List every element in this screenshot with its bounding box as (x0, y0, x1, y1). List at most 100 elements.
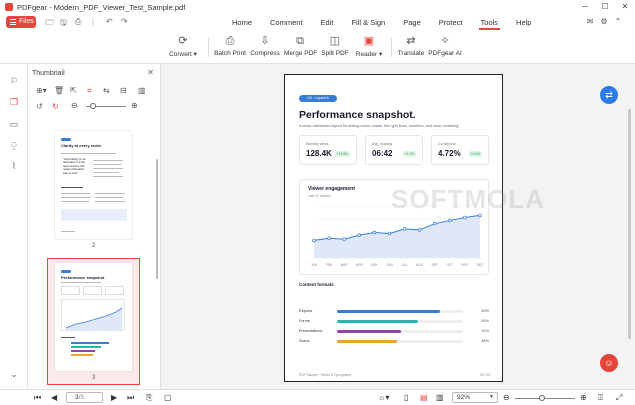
chevron-down-icon: ▾ (378, 51, 383, 58)
crop-page-icon[interactable]: ⌗ (87, 86, 92, 96)
close-icon[interactable]: ✕ (615, 0, 635, 14)
minimize-icon[interactable]: ─ (575, 0, 595, 14)
delete-page-icon[interactable]: 🗑 (54, 86, 64, 95)
zoom-out-icon[interactable]: ⊖ (503, 392, 510, 403)
fullscreen-icon[interactable]: ⤢ (616, 392, 622, 403)
chart-point (342, 237, 346, 242)
thumbnail-page-number: 2 (92, 243, 96, 249)
chat-icon[interactable]: ✉ (583, 17, 597, 26)
thumb-text-line (61, 153, 116, 154)
page-title: Performance snapshot. (299, 109, 416, 121)
ai-assistant-button[interactable]: ☺ (600, 354, 618, 372)
save-icon[interactable]: 🖫 (60, 17, 67, 31)
collapse-ribbon-icon[interactable]: ⌃ (611, 17, 625, 26)
page-thumbnail-3[interactable]: Performance snapshot (55, 263, 132, 371)
compress-label: Compress (250, 50, 280, 57)
page-number-input[interactable]: 3/5 (66, 392, 103, 403)
header-right-icons: ✉ ⚙ ⌃ (583, 17, 625, 26)
zoom-in-icon[interactable]: ⊕ (131, 101, 138, 110)
zoom-out-icon[interactable]: ⊖ (71, 101, 78, 110)
signature-icon[interactable]: ⍜ (9, 140, 19, 150)
convert-floating-button[interactable]: ⇄ (600, 86, 618, 104)
chevron-down-icon: ▼ (489, 394, 494, 400)
page-layout-icon[interactable]: ▥ (138, 86, 146, 95)
comments-icon[interactable]: ▭ (9, 119, 19, 129)
tab-home[interactable]: Home (232, 14, 252, 31)
window-controls: ─ ☐ ✕ (575, 0, 635, 14)
zoom-in-icon[interactable]: ⊕ (580, 392, 587, 403)
tab-comment[interactable]: Comment (270, 14, 303, 31)
tab-tools[interactable]: Tools (478, 14, 500, 31)
reader-button[interactable]: ▣ Reader ▾ (355, 34, 383, 58)
thumbnail-scrollbar[interactable] (156, 159, 158, 279)
thumb-text-line (93, 160, 123, 161)
convert-label: Convert (169, 51, 192, 58)
tab-protect[interactable]: Protect (439, 14, 463, 31)
extract-page-icon[interactable]: ⇱ (70, 86, 77, 95)
tab-page[interactable]: Page (403, 14, 421, 31)
tab-help[interactable]: Help (516, 14, 531, 31)
attachment-icon[interactable]: ⌇ (9, 161, 19, 171)
split-page-icon[interactable]: ⊟ (120, 86, 127, 95)
chart-tick-label: NOV (461, 263, 469, 267)
thumbnail-icon[interactable]: ❐ (9, 97, 19, 107)
two-page-view-icon[interactable]: ▥ (436, 392, 444, 403)
window-title: PDFgear - Modern_PDF_Viewer_Test_Sample.… (17, 2, 186, 12)
settings-icon[interactable]: ⚙ (597, 17, 611, 26)
zoom-slider[interactable] (515, 395, 575, 401)
chart-tick-label: MAY (371, 263, 379, 267)
replace-page-icon[interactable]: ⇆ (103, 86, 110, 95)
tab-fill-sign[interactable]: Fill & Sign (351, 14, 385, 31)
continuous-view-icon[interactable]: ▤ (420, 392, 428, 403)
export-icon[interactable]: ⎘ (146, 392, 152, 403)
fit-page-icon[interactable]: ▢ (164, 392, 172, 403)
chevron-down-icon[interactable]: ⌄ (9, 369, 19, 379)
thumb-text-line (61, 193, 91, 194)
zoom-select[interactable]: 92% ▼ (452, 392, 498, 403)
chart-point (312, 238, 316, 243)
page-thumbnail-2[interactable]: Clarity at every scale. "Good design is … (55, 131, 132, 239)
metric-badge: +0.6% (468, 151, 482, 157)
redo-icon[interactable]: ↷ (121, 17, 128, 26)
slider-knob[interactable] (539, 395, 545, 401)
files-button[interactable]: Files (6, 16, 36, 28)
content-formats-title: Content formats (299, 282, 334, 287)
split-pdf-label: Split PDF (321, 50, 349, 57)
tab-edit[interactable]: Edit (321, 14, 334, 31)
maximize-icon[interactable]: ☐ (595, 0, 615, 14)
bookmark-icon[interactable]: ⚐ (9, 76, 19, 86)
thumb-text-line (61, 231, 75, 232)
single-page-view-icon[interactable]: ▯ (404, 392, 408, 403)
compress-button[interactable]: ⇩ Compress (250, 34, 280, 57)
thumb-text-line (93, 176, 123, 177)
thumb-pill (61, 270, 71, 273)
pdfgear-ai-button[interactable]: ✧ PDFgear AI (428, 34, 462, 57)
presentation-icon[interactable]: ⍐ (598, 392, 603, 403)
rotate-left-icon[interactable]: ↺ (36, 102, 43, 111)
convert-button[interactable]: ⟳ Convert ▾ (168, 34, 198, 58)
split-pdf-button[interactable]: ◫ Split PDF (321, 34, 349, 57)
brightness-icon[interactable]: ☼▾ (378, 392, 389, 403)
rotate-right-icon[interactable]: ↻ (52, 102, 59, 111)
zoom-value: 92% (457, 394, 471, 401)
merge-pdf-button[interactable]: ⧉ Merge PDF (284, 34, 317, 57)
prev-page-icon[interactable]: ◀ (51, 392, 57, 403)
first-page-icon[interactable]: ⏮ (34, 392, 41, 403)
chart-subtitle: Last 12 months (308, 194, 331, 198)
insert-page-icon[interactable]: ⊕▾ (36, 86, 47, 95)
toolbar-separator (208, 37, 209, 57)
slider-knob[interactable] (90, 103, 96, 109)
document-scrollbar[interactable] (628, 109, 631, 339)
format-percent: 82% (481, 309, 489, 313)
open-file-icon[interactable]: 🗁 (45, 17, 55, 31)
undo-icon[interactable]: ↶ (106, 17, 113, 26)
print-icon[interactable]: ⎙ (75, 17, 81, 27)
chart-point (432, 221, 437, 226)
next-page-icon[interactable]: ▶ (111, 392, 117, 403)
close-icon[interactable]: ✕ (147, 68, 154, 77)
last-page-icon[interactable]: ⏭ (127, 392, 134, 403)
batch-print-button[interactable]: ⎙ Batch Print (213, 34, 247, 57)
translate-button[interactable]: ⇄ Translate (397, 34, 425, 57)
thumbnail-zoom-slider[interactable] (86, 103, 126, 109)
ai-icon: ✧ (440, 35, 450, 47)
